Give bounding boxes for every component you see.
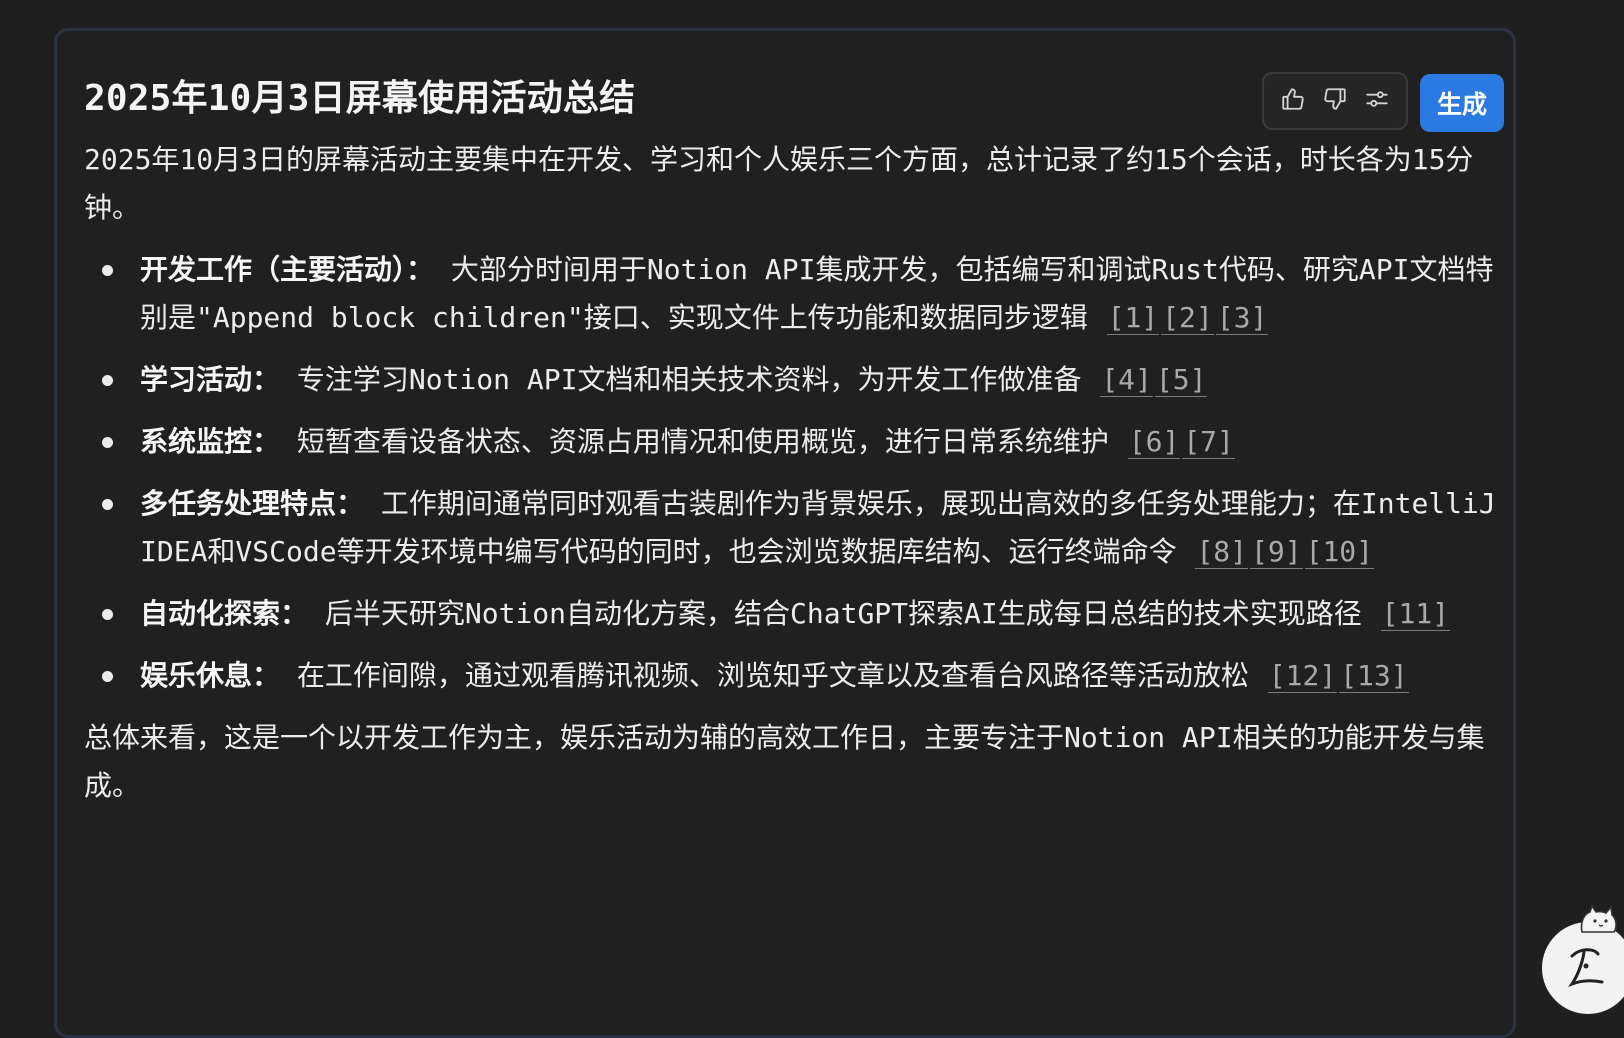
- like-button[interactable]: [1275, 83, 1311, 119]
- bullet-icon: [102, 671, 113, 682]
- item-text: 后半天研究Notion自动化方案，结合ChatGPT探索AI生成每日总结的技术实…: [308, 597, 1379, 630]
- dislike-button[interactable]: [1317, 83, 1353, 119]
- citation-link[interactable]: [1]: [1106, 301, 1160, 335]
- thumbs-down-icon: [1322, 86, 1348, 116]
- list-item: 开发工作（主要活动）： 大部分时间用于Notion API集成开发，包括编写和调…: [84, 246, 1504, 342]
- bullet-icon: [102, 609, 113, 620]
- citation-link[interactable]: [10]: [1304, 535, 1375, 569]
- citation-link[interactable]: [11]: [1380, 597, 1451, 631]
- item-title: 多任务处理特点：: [140, 487, 365, 520]
- citation-link[interactable]: [2]: [1161, 301, 1214, 335]
- feedback-toolbar: [1262, 72, 1408, 130]
- bullet-icon: [102, 265, 113, 276]
- summary-content: 2025年10月3日的屏幕活动主要集中在开发、学习和个人娱乐三个方面，总计记录了…: [84, 136, 1504, 810]
- list-item: 多任务处理特点： 工作期间通常同时观看古装剧作为背景娱乐，展现出高效的多任务处理…: [84, 480, 1504, 576]
- summary-intro: 2025年10月3日的屏幕活动主要集中在开发、学习和个人娱乐三个方面，总计记录了…: [84, 143, 1474, 224]
- citation-link[interactable]: [8]: [1195, 535, 1249, 569]
- item-text: 短暂查看设备状态、资源占用情况和使用概览，进行日常系统维护: [280, 425, 1126, 458]
- citation-link[interactable]: [6]: [1127, 425, 1181, 459]
- settings-button[interactable]: [1359, 83, 1395, 119]
- summary-list: 开发工作（主要活动）： 大部分时间用于Notion API集成开发，包括编写和调…: [84, 246, 1504, 700]
- item-title: 开发工作（主要活动）：: [140, 253, 435, 286]
- list-item: 系统监控： 短暂查看设备状态、资源占用情况和使用概览，进行日常系统维护 [6][…: [84, 418, 1504, 466]
- item-text: 专注学习Notion API文档和相关技术资料，为开发工作做准备: [280, 363, 1099, 396]
- summary-closing: 总体来看，这是一个以开发工作为主，娱乐活动为辅的高效工作日，主要专注于Notio…: [84, 721, 1485, 802]
- bullet-icon: [102, 437, 113, 448]
- list-item: 自动化探索： 后半天研究Notion自动化方案，结合ChatGPT探索AI生成每…: [84, 590, 1504, 638]
- citation-link[interactable]: [12]: [1267, 659, 1338, 693]
- item-title: 系统监控：: [140, 425, 281, 458]
- item-title: 学习活动：: [140, 363, 281, 396]
- generate-button[interactable]: 生成: [1420, 74, 1504, 132]
- list-item: 娱乐休息： 在工作间隙，通过观看腾讯视频、浏览知乎文章以及查看台风路径等活动放松…: [84, 652, 1504, 700]
- citation-link[interactable]: [7]: [1182, 425, 1235, 459]
- cat-mascot-icon: [1580, 904, 1617, 933]
- thumbs-up-icon: [1280, 86, 1306, 116]
- summary-title: 2025年10月3日屏幕使用活动总结: [84, 78, 636, 119]
- list-item: 学习活动： 专注学习Notion API文档和相关技术资料，为开发工作做准备 […: [84, 356, 1504, 404]
- citation-link[interactable]: [5]: [1154, 363, 1208, 397]
- bullet-icon: [102, 499, 113, 510]
- citation-link[interactable]: [9]: [1250, 535, 1303, 569]
- item-title: 娱乐休息：: [140, 659, 281, 692]
- bullet-icon: [102, 375, 113, 386]
- sliders-icon: [1364, 86, 1390, 116]
- citation-link[interactable]: [3]: [1215, 301, 1269, 335]
- item-text: 在工作间隙，通过观看腾讯视频、浏览知乎文章以及查看台风路径等活动放松: [280, 659, 1266, 692]
- citation-link[interactable]: [4]: [1100, 363, 1153, 397]
- item-title: 自动化探索：: [140, 597, 309, 630]
- citation-link[interactable]: [13]: [1339, 659, 1409, 693]
